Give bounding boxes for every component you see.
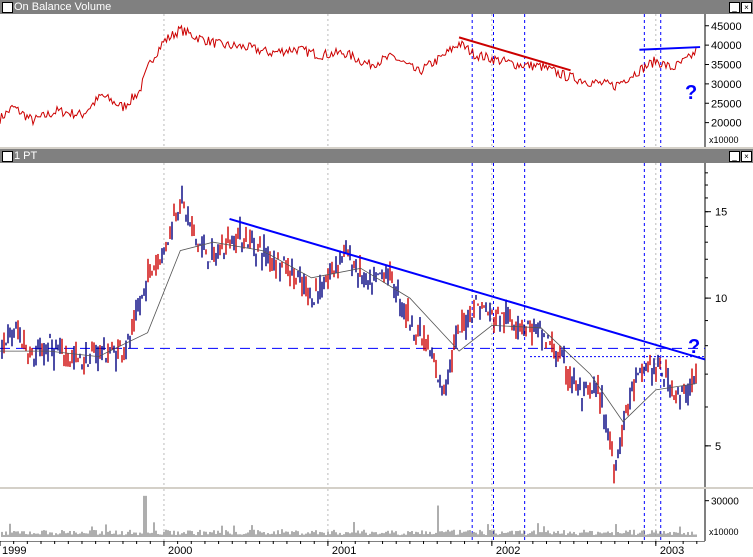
close-button[interactable]: ×: [741, 2, 752, 13]
minimize-button[interactable]: _: [729, 2, 740, 13]
obv-pane: 20000 25000 30000 35000 40000 45000 x10000?: [0, 14, 753, 147]
y-tick-label: 30000: [711, 497, 739, 508]
y-tick-label: 30000: [711, 79, 742, 91]
price-title: 1 PT: [14, 150, 38, 162]
y-tick-label: 10: [715, 293, 727, 305]
x-axis-svg: 1999 2000 2001 2002 2003: [0, 540, 705, 557]
obv-title-bar: On Balance Volume _ ×: [0, 0, 753, 14]
x-axis: 1999 2000 2001 2002 2003: [0, 540, 753, 557]
price-pane: 5 10 15?: [0, 163, 753, 487]
question-mark-price: ?: [688, 336, 700, 358]
panel-icon: [2, 151, 13, 162]
y-tick-label: 25000: [711, 98, 742, 110]
close-button[interactable]: ×: [741, 151, 752, 162]
obv-title: On Balance Volume: [14, 1, 112, 13]
volume-chart: 30000 x10000: [1, 489, 739, 541]
obv-series-line: [0, 24, 697, 127]
question-mark-obv: ?: [685, 82, 697, 104]
y-tick-label: 45000: [711, 21, 742, 33]
moving-average-line: [0, 241, 697, 423]
x-tick-label: 2002: [496, 545, 520, 557]
x-tick-label: 2003: [660, 545, 684, 557]
y-tick-label: 35000: [711, 60, 742, 72]
y-tick-label: 20000: [711, 118, 742, 130]
volume-pane: 30000 x10000: [0, 489, 753, 541]
obv-trendline: [639, 46, 701, 51]
price-title-bar: 1 PT _ ×: [0, 149, 753, 163]
resistance-trendline: [229, 217, 706, 361]
x-tick-label: 1999: [2, 545, 26, 557]
obv-multiplier: x10000: [709, 135, 739, 145]
volume-multiplier: x10000: [709, 527, 739, 537]
price-chart: 5 10 15?: [0, 163, 727, 487]
x-tick-label: 2001: [332, 545, 356, 557]
obv-trendline: [458, 36, 571, 72]
y-tick-label: 5: [715, 441, 721, 453]
y-tick-label: 40000: [711, 40, 742, 52]
panel-icon: [2, 2, 13, 13]
y-tick-label: 15: [715, 207, 727, 219]
chart-window: On Balance Volume _ × 20000 25000 30000 350…: [0, 0, 753, 557]
x-tick-label: 2000: [168, 545, 192, 557]
minimize-button[interactable]: _: [729, 151, 740, 162]
obv-chart: 20000 25000 30000 35000 40000 45000 x10000?: [0, 14, 742, 147]
